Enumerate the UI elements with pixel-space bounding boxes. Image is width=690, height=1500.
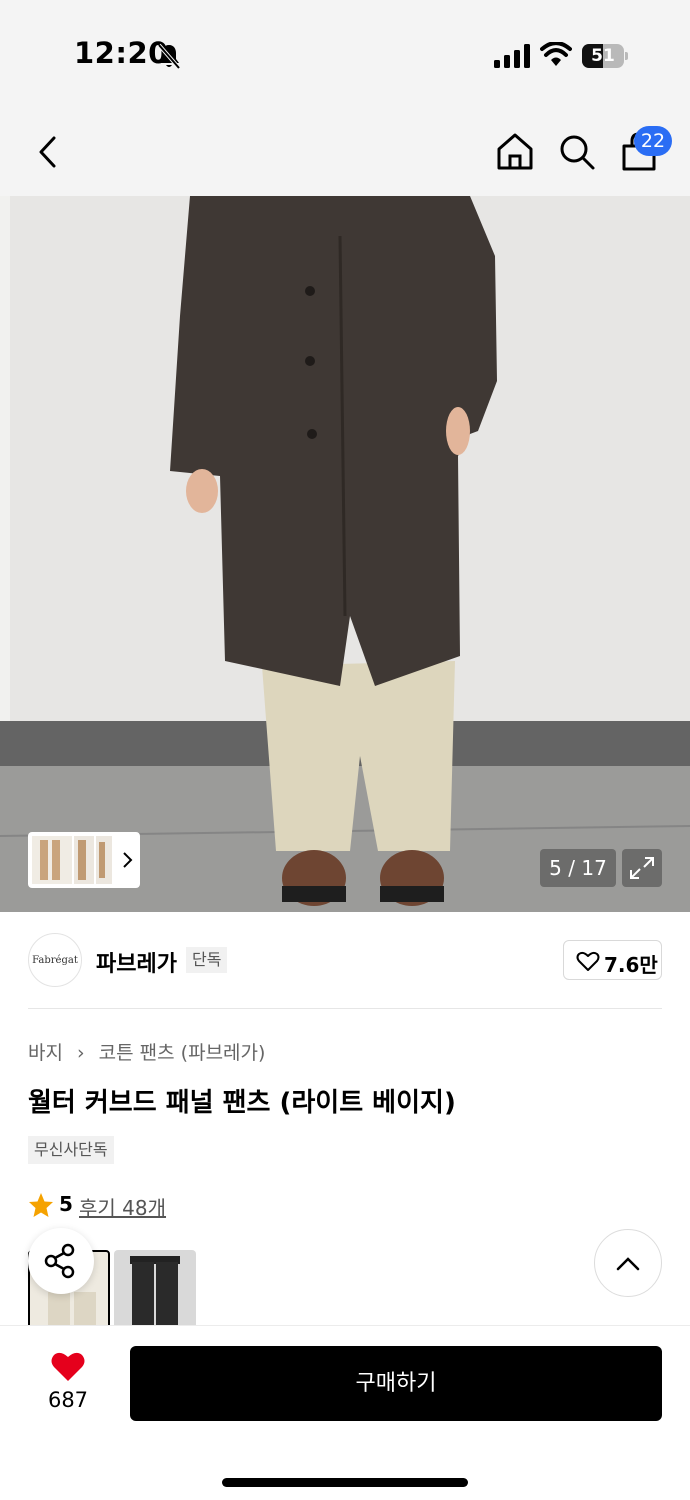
chevron-right-icon [123, 852, 133, 868]
brand-logo[interactable]: Fabrégat [28, 933, 82, 987]
chevron-up-icon [616, 1257, 640, 1271]
share-button[interactable] [28, 1228, 94, 1294]
review-link[interactable]: 후기 48개 [79, 1192, 166, 1221]
star-icon [29, 1193, 53, 1217]
scroll-top-button[interactable] [594, 1229, 662, 1297]
product-image[interactable] [0, 196, 690, 912]
expand-icon [630, 857, 654, 879]
exclusive-tag: 무신사단독 [28, 1136, 114, 1164]
brand-like-count: 7.6만 [604, 953, 658, 977]
wish-count: 687 [47, 1388, 89, 1412]
expand-button[interactable] [622, 849, 662, 887]
bell-slash-icon [157, 43, 181, 70]
brand-row: Fabrégat 파브레가 단독 7.6만 [0, 912, 690, 1008]
divider [28, 1008, 662, 1009]
nav-bar [0, 110, 690, 196]
chevron-right-icon: › [77, 1042, 85, 1064]
product-photo [0, 196, 690, 912]
wifi-icon [540, 42, 572, 66]
home-icon[interactable] [494, 130, 536, 174]
status-time: 12:20 [74, 36, 169, 70]
breadcrumb: 바지 › 코튼 팬츠 (파브레가) [28, 1038, 265, 1065]
related-thumbnails[interactable] [28, 832, 140, 888]
product-title: 월터 커브드 패널 팬츠 (라이트 베이지) [28, 1088, 456, 1118]
cart-count-badge: 22 [634, 126, 672, 156]
battery-level: 51 [591, 46, 615, 66]
brand-name[interactable]: 파브레가 [96, 946, 177, 978]
search-icon[interactable] [556, 130, 598, 174]
share-icon [44, 1243, 75, 1279]
image-counter: 5 / 17 [540, 849, 616, 887]
home-indicator [222, 1478, 468, 1487]
breadcrumb-subcategory[interactable]: 코튼 팬츠 (파브레가) [99, 1042, 266, 1064]
heart-outline-icon [576, 951, 600, 971]
chevron-left-icon[interactable] [28, 130, 68, 174]
bottom-action-bar: 687 구매하기 [0, 1325, 690, 1500]
breadcrumb-category[interactable]: 바지 [28, 1042, 63, 1064]
brand-like-button[interactable]: 7.6만 [563, 940, 662, 980]
color-swatch-black[interactable] [114, 1250, 196, 1326]
battery-indicator: 51 [582, 44, 628, 68]
rating-value: 5 [59, 1192, 73, 1216]
signal-icon [494, 44, 530, 68]
status-bar: 12:20 51 [0, 0, 690, 110]
heart-filled-icon[interactable] [50, 1350, 86, 1383]
buy-button[interactable]: 구매하기 [130, 1346, 662, 1421]
brand-exclusive-tag: 단독 [186, 947, 228, 973]
brand-logo-text: Fabrégat [32, 954, 78, 966]
